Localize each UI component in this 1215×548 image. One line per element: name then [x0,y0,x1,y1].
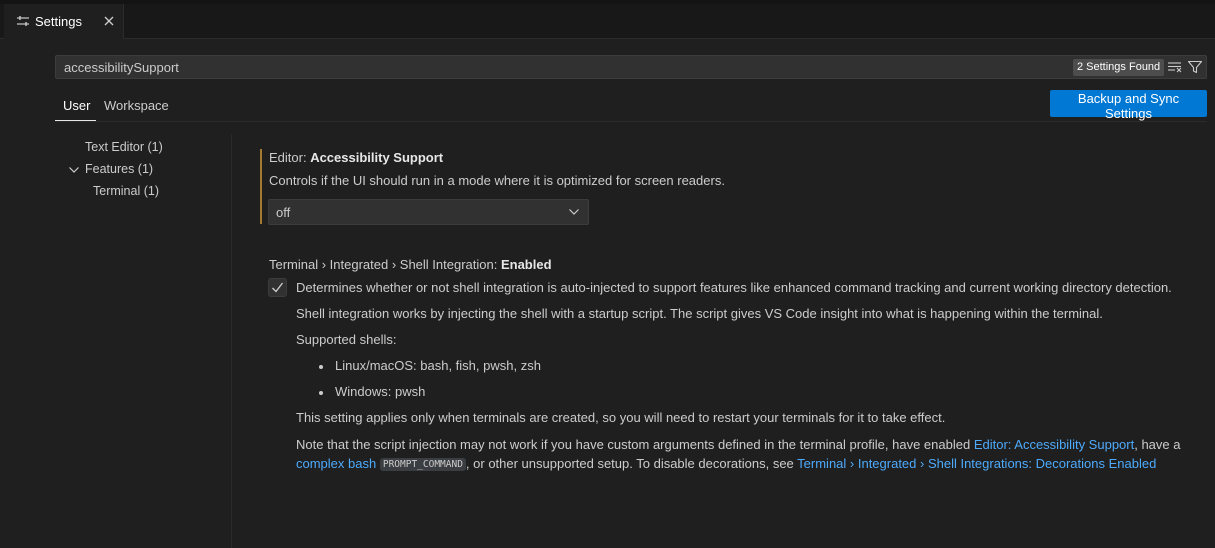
list-item: Windows: pwsh [335,384,426,399]
setting-paragraph: Supported shells: [296,332,397,347]
backup-sync-button[interactable]: Backup and Sync Settings [1050,90,1207,121]
settings-search: 2 Settings Found [55,55,1207,79]
link-accessibility-support[interactable]: Editor: Accessibility Support [974,437,1134,452]
note-text: , have a [1134,437,1181,452]
select-value: off [276,205,291,220]
setting-name: Accessibility Support [310,150,444,165]
setting-category: Editor: [269,150,311,165]
bullet [319,365,323,369]
setting-note-line1: Note that the script injection may not w… [296,437,1180,452]
chevron-down-icon[interactable] [67,163,81,177]
tab-label: Settings [35,14,82,29]
title-strip [0,0,1215,4]
toc-divider [231,134,232,548]
check-icon [272,282,284,293]
setting-title-accessibility: Editor: Accessibility Support [269,150,443,165]
toc-item-text-editor[interactable]: Text Editor (1) [85,140,163,154]
setting-paragraph: This setting applies only when terminals… [296,410,946,425]
setting-paragraph: Shell integration works by injecting the… [296,306,1103,321]
editor-tab-bar: Settings [0,0,1215,39]
toc-item-terminal[interactable]: Terminal (1) [93,184,159,198]
scope-divider [55,121,1207,122]
note-text: , or other unsupported setup. To disable… [465,456,798,471]
bullet [319,391,323,395]
tab-workspace[interactable]: Workspace [104,98,169,113]
setting-category: Terminal › Integrated › Shell Integratio… [269,257,501,272]
accessibility-support-select[interactable]: off [268,199,589,225]
link-decorations-enabled[interactable]: Terminal › Integrated › Shell Integratio… [797,456,1156,471]
chevron-down-icon [569,209,579,215]
setting-note-line2: complex bash PROMPT_COMMAND, or other un… [296,456,1156,471]
modified-indicator [260,149,262,224]
note-text: Note that the script injection may not w… [296,437,974,452]
shell-integration-checkbox[interactable] [268,278,287,297]
result-count-badge: 2 Settings Found [1073,59,1165,76]
setting-title-shell-integration: Terminal › Integrated › Shell Integratio… [269,257,552,272]
tab-user[interactable]: User [63,98,90,113]
list-item: Linux/macOS: bash, fish, pwsh, zsh [335,358,541,373]
close-icon[interactable] [100,12,118,30]
setting-name: Enabled [500,257,552,272]
tab-settings[interactable]: Settings [4,4,124,39]
setting-description: Controls if the UI should run in a mode … [269,173,725,188]
filter-icon[interactable] [1187,59,1203,75]
search-input[interactable] [62,58,962,76]
settings-sliders-icon [17,16,29,26]
link-complex-bash[interactable]: complex bash [296,456,376,471]
inline-code: PROMPT_COMMAND [379,458,466,471]
toc-item-features[interactable]: Features (1) [85,162,153,176]
clear-filter-icon[interactable] [1167,59,1183,75]
setting-description: Determines whether or not shell integrat… [296,280,1172,295]
